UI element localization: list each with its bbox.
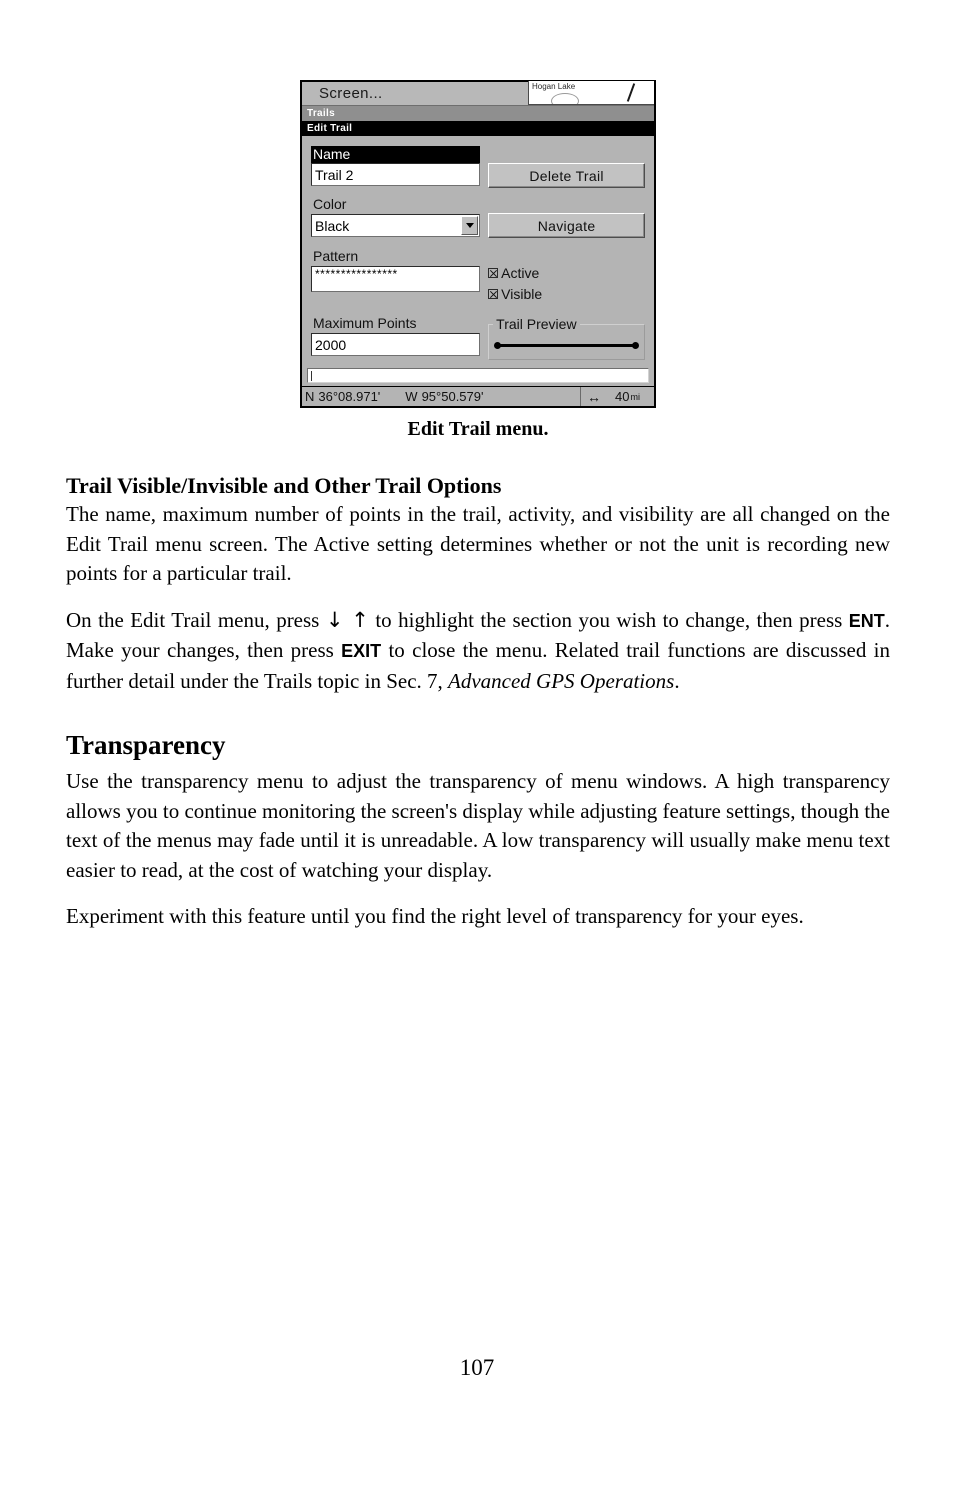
delete-trail-button[interactable]: Delete Trail	[488, 163, 645, 188]
figure-caption: Edit Trail menu.	[407, 418, 549, 440]
paragraph-trail-options-1: The name, maximum number of points in th…	[66, 502, 890, 586]
range-value: 40	[615, 389, 630, 404]
pattern-field-group: Pattern ****************	[311, 248, 481, 292]
range-unit: mi	[630, 391, 640, 402]
navigate-group: Navigate	[488, 196, 645, 238]
active-label: Active	[501, 265, 540, 281]
name-row: Name Trail 2 Delete Trail	[311, 146, 645, 188]
gps-device-screen: Screen... Hogan Lake Trails Edit Trail N…	[300, 80, 656, 408]
paragraph-transparency-1: Use the transparency menu to adjust the …	[66, 769, 890, 882]
color-select[interactable]: Black	[311, 214, 481, 237]
gps-status-bar: N 36°08.971' W 95°50.579' ↔ 40 mi	[302, 386, 654, 406]
map-thumbnail: Hogan Lake	[528, 81, 654, 105]
map-road-line-icon	[626, 83, 636, 102]
max-points-input-value: 2000	[315, 336, 347, 353]
max-points-row: Maximum Points 2000 Trail Preview	[311, 315, 645, 360]
chevron-down-icon[interactable]	[461, 216, 479, 235]
map-lake-label: Hogan Lake	[532, 82, 576, 91]
max-points-label: Maximum Points	[313, 315, 417, 331]
name-field-group: Name Trail 2	[311, 146, 481, 186]
menu-bar-edit-trail-label: Edit Trail	[307, 123, 353, 134]
edit-entry-strip[interactable]	[307, 368, 649, 383]
range-indicator: ↔ 40 mi	[580, 387, 654, 406]
color-label: Color	[313, 196, 347, 212]
gps-title-bar: Screen... Hogan Lake	[302, 81, 654, 106]
max-points-field-group: Maximum Points 2000	[311, 315, 481, 356]
menu-bar-trails[interactable]: Trails	[302, 106, 654, 121]
key-exit: EXIT	[341, 641, 382, 662]
color-row: Color Black Navigate	[311, 196, 645, 238]
name-input[interactable]: Trail 2	[311, 163, 481, 186]
visible-checkbox-row[interactable]: Visible	[488, 286, 645, 302]
document-page: Screen... Hogan Lake Trails Edit Trail N…	[0, 0, 954, 1487]
key-ent: ENT	[848, 610, 885, 631]
p2-text-2: to highlight the section you wish to cha…	[368, 607, 849, 632]
p2-text-1: On the Edit Trail menu, press	[66, 607, 326, 632]
max-points-input[interactable]: 2000	[311, 333, 481, 356]
color-select-value: Black	[315, 217, 350, 234]
pattern-input[interactable]: ****************	[311, 266, 481, 292]
menu-bar-trails-label: Trails	[307, 108, 335, 119]
page-content: Screen... Hogan Lake Trails Edit Trail N…	[66, 80, 890, 949]
book-title-reference: Advanced GPS Operations	[448, 668, 675, 693]
longitude-value: 95°50.579'	[421, 389, 484, 404]
trail-preview-group: Trail Preview	[488, 315, 645, 360]
pattern-row: Pattern **************** Active Visible	[311, 248, 645, 307]
edit-trail-form: Name Trail 2 Delete Trail Color Black Na…	[302, 136, 654, 360]
delete-trail-group: Delete Trail	[488, 146, 645, 188]
page-number: 107	[459, 1355, 495, 1380]
checkbox-checked-icon[interactable]	[488, 268, 499, 278]
menu-bar-edit-trail[interactable]: Edit Trail	[302, 121, 654, 136]
checkbox-checked-icon[interactable]	[488, 289, 499, 299]
heading-trail-options: Trail Visible/Invisible and Other Trail …	[66, 473, 502, 498]
active-checkbox-row[interactable]: Active	[488, 265, 645, 281]
latitude-hemisphere: N	[305, 389, 315, 404]
trail-preview-label: Trail Preview	[493, 316, 580, 332]
longitude-hemisphere: W	[405, 389, 418, 404]
name-label: Name	[311, 146, 481, 163]
name-input-value: Trail 2	[315, 166, 354, 183]
screen-menu-label[interactable]: Screen...	[319, 85, 383, 102]
horizontal-arrows-icon: ↔	[587, 388, 601, 405]
map-shoreline-icon	[551, 93, 579, 104]
navigate-button-label: Navigate	[537, 217, 596, 234]
color-field-group: Color Black	[311, 196, 481, 237]
figure-edit-trail-menu: Screen... Hogan Lake Trails Edit Trail N…	[66, 80, 890, 408]
trail-preview-line-icon	[494, 342, 639, 349]
updown-arrows-icon: ↓ ↑	[325, 607, 369, 632]
latitude-value: 36°08.971'	[318, 389, 381, 404]
paragraph-transparency-2: Experiment with this feature until you f…	[66, 904, 804, 929]
delete-trail-button-label: Delete Trail	[529, 167, 604, 184]
paragraph-trail-options-2: On the Edit Trail menu, press ↓ ↑ to hig…	[66, 606, 890, 697]
navigate-button[interactable]: Navigate	[488, 213, 645, 238]
visible-label: Visible	[501, 286, 543, 302]
text-caret-icon	[311, 371, 312, 381]
toggles-group: Active Visible	[488, 265, 645, 307]
trail-preview-box: Trail Preview	[488, 316, 645, 360]
heading-transparency: Transparency	[66, 730, 226, 761]
pattern-label: Pattern	[313, 248, 359, 264]
pattern-input-value: ****************	[315, 267, 398, 281]
p2-text-5: .	[674, 668, 680, 693]
